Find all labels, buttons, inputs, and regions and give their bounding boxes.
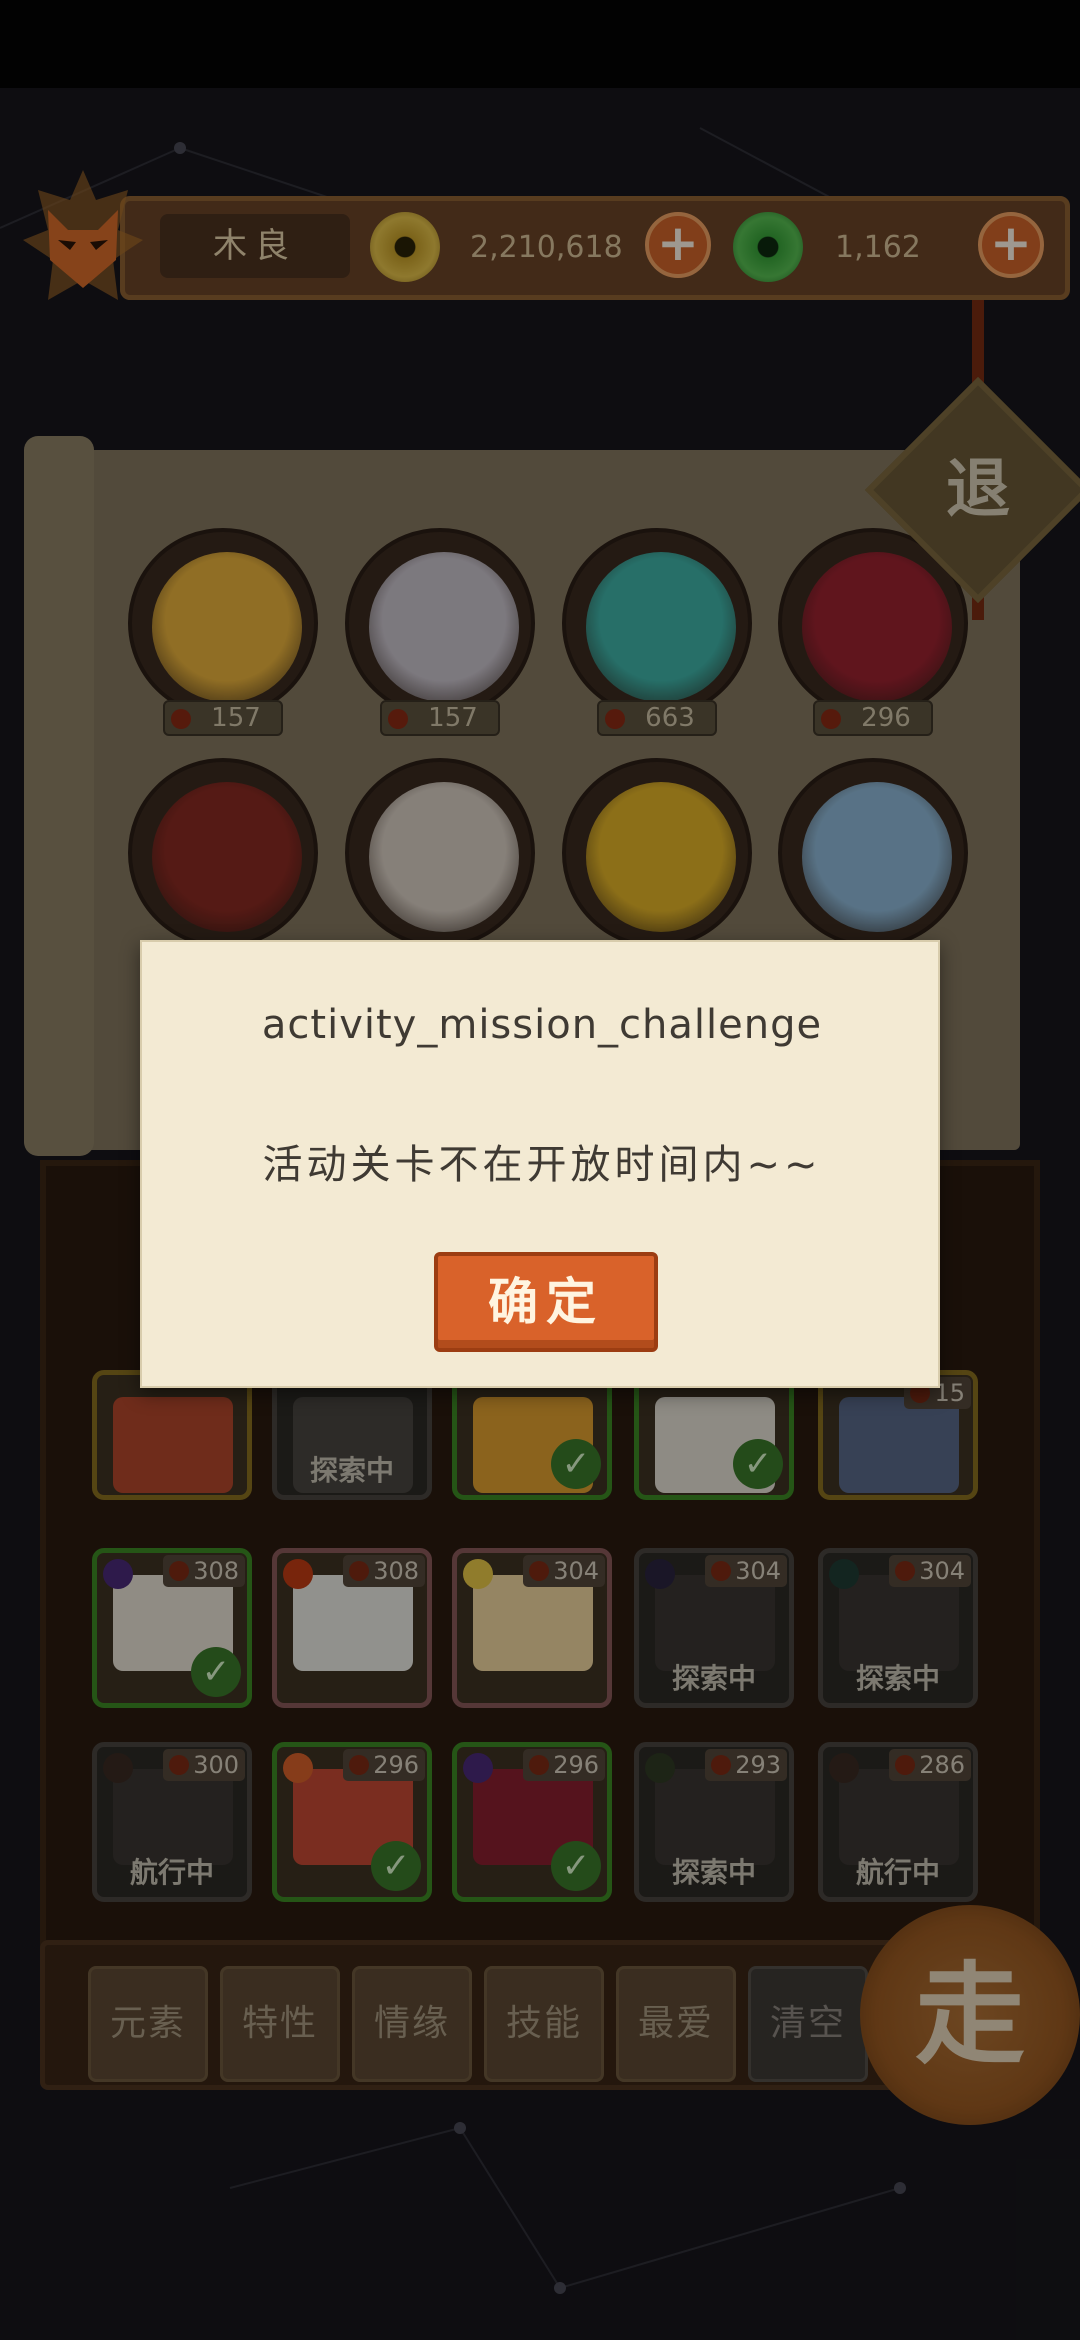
dialog-title: activity_mission_challenge <box>261 1002 823 1048</box>
game-screen: 木良 2,210,618 + 1,162 + 157 157 663 296 退 探索… <box>0 0 1080 2340</box>
notice-dialog: activity_mission_challenge 活动关卡不在开放时间内~~… <box>140 940 940 1388</box>
confirm-button[interactable]: 确定 <box>434 1252 658 1352</box>
status-bar <box>0 0 1080 88</box>
dialog-message: 活动关卡不在开放时间内~~ <box>262 1142 822 1188</box>
